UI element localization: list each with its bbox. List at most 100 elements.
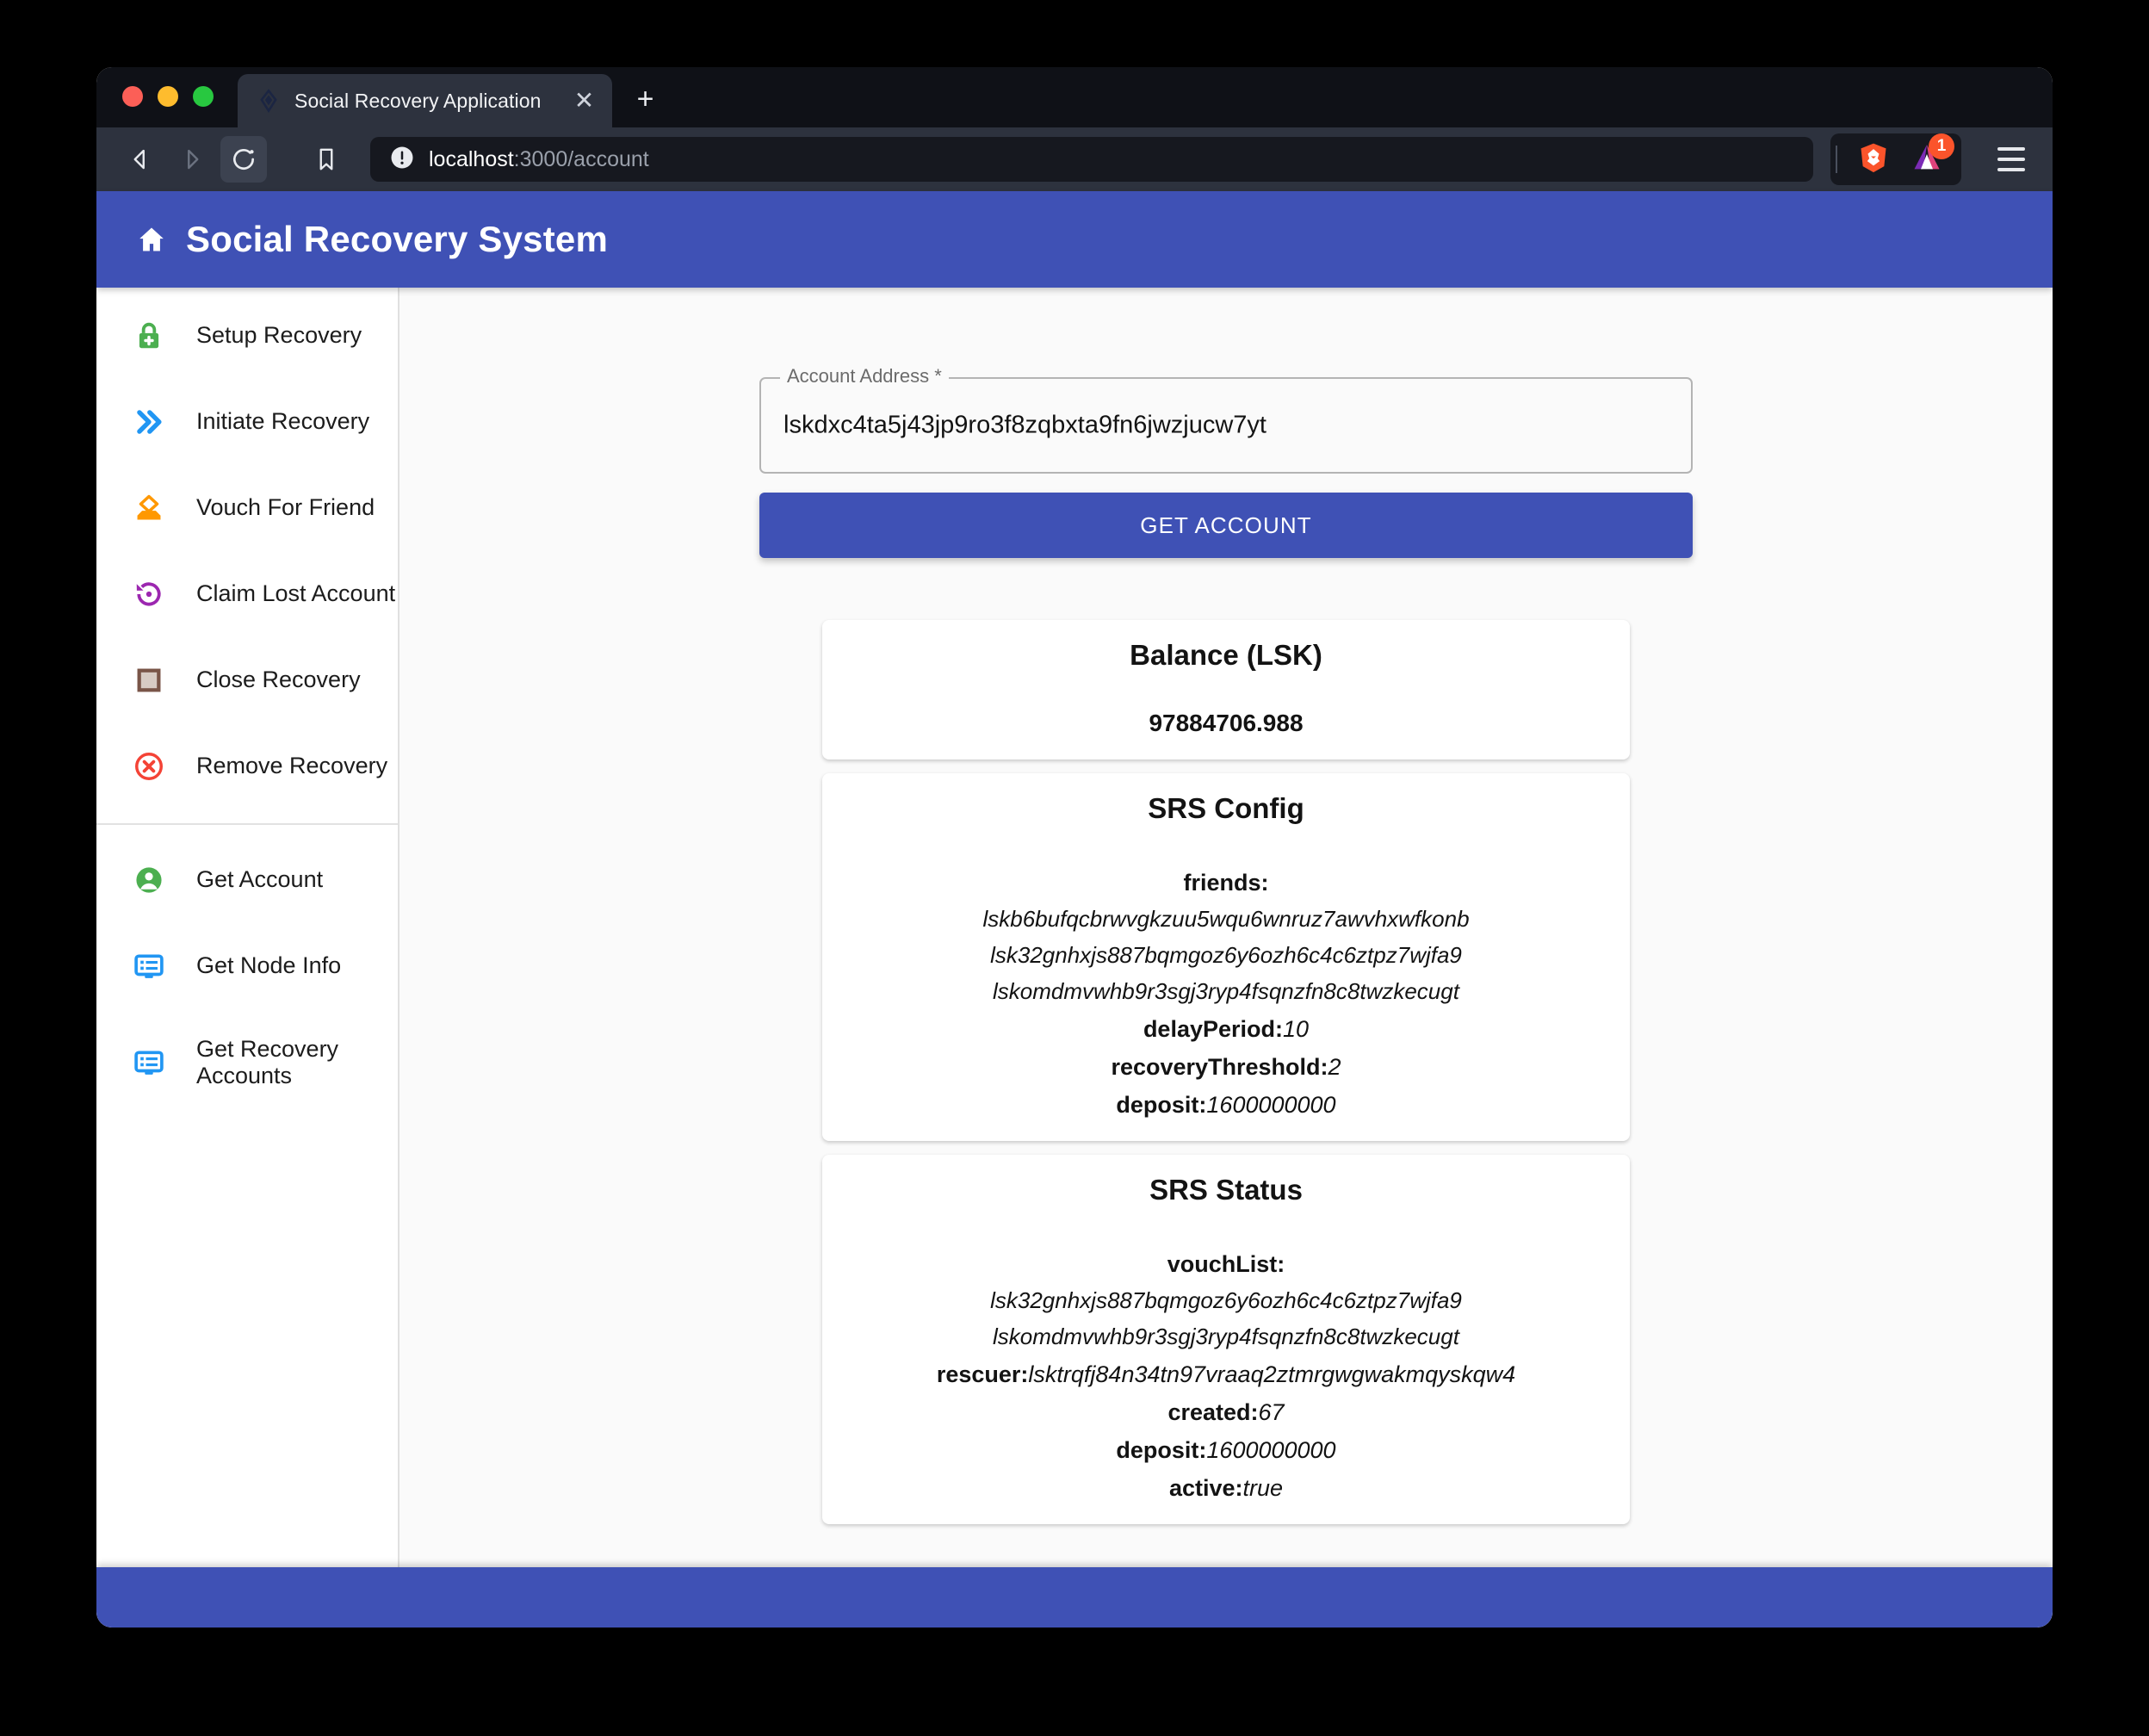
srs-status-card: SRS Status vouchList: lsk32gnhxjs887bqmg… (822, 1155, 1630, 1524)
sidebar-item-label: Initiate Recovery (196, 408, 369, 435)
sidebar-item-get-account[interactable]: Get Account (96, 837, 398, 923)
config-field: delayPeriod:10 (845, 1016, 1607, 1043)
sidebar-item-label: Get Recovery Accounts (196, 1036, 368, 1089)
status-field-key: deposit: (1116, 1437, 1206, 1463)
lisk-logo-icon (257, 89, 281, 113)
sidebar-divider (96, 823, 398, 825)
inbox-upload-icon (131, 490, 167, 526)
maximize-window-button[interactable] (193, 86, 214, 107)
config-field-key: recoveryThreshold: (1111, 1054, 1328, 1080)
browser-tab-title: Social Recovery Application (294, 90, 542, 113)
page-title: Social Recovery System (186, 219, 608, 260)
double-chevron-right-icon (131, 404, 167, 440)
account-lookup-form: Account Address * lskdxc4ta5j43jp9ro3f8z… (759, 377, 1693, 558)
browser-tab-strip: Social Recovery Application ✕ + (96, 67, 2053, 127)
config-field-key: delayPeriod: (1143, 1016, 1283, 1042)
stop-square-icon (131, 662, 167, 698)
result-cards: Balance (LSK) 97884706.988 SRS Config fr… (822, 620, 1630, 1524)
account-address-label: Account Address * (780, 365, 949, 388)
restore-clock-icon (131, 576, 167, 612)
vouch-address: lsk32gnhxjs887bqmgoz6y6ozh6c4c6ztpz7wjfa… (845, 1287, 1607, 1314)
back-icon[interactable] (117, 136, 164, 183)
hamburger-menu-icon[interactable] (1992, 147, 2030, 171)
lock-plus-icon (131, 318, 167, 354)
sidebar-item-label: Close Recovery (196, 666, 361, 693)
web-page-content: Social Recovery System Setup Recovery (96, 191, 2053, 1628)
balance-value: 97884706.988 (845, 710, 1607, 737)
bookmark-icon[interactable] (303, 136, 350, 183)
config-field-value: 2 (1328, 1054, 1341, 1080)
vouch-address: lskomdmvwhb9r3sgj3ryp4fsqnzfn8c8twzkecug… (845, 1324, 1607, 1350)
config-field-key: deposit: (1116, 1092, 1206, 1118)
browser-tab[interactable]: Social Recovery Application ✕ (238, 74, 612, 127)
sidebar-item-label: Vouch For Friend (196, 494, 375, 521)
account-address-value: lskdxc4ta5j43jp9ro3f8zqbxta9fn6jwzjucw7y… (783, 412, 1266, 440)
app-footer-bar (96, 1567, 2053, 1628)
sidebar-item-remove-recovery[interactable]: Remove Recovery (96, 723, 398, 809)
status-field: active:true (845, 1475, 1607, 1502)
account-address-field[interactable]: Account Address * lskdxc4ta5j43jp9ro3f8z… (759, 377, 1693, 474)
srs-config-card-title: SRS Config (845, 792, 1607, 825)
app-body: Setup Recovery Initiate Recovery (96, 288, 2053, 1567)
reload-icon[interactable] (220, 136, 267, 183)
status-field-value: 67 (1259, 1399, 1285, 1425)
status-field: deposit:1600000000 (845, 1437, 1607, 1464)
sidebar-item-get-node-info[interactable]: Get Node Info (96, 923, 398, 1009)
toolbar-divider (1836, 146, 1837, 173)
info-circle-icon[interactable] (389, 145, 415, 175)
list-monitor-icon (131, 948, 167, 984)
get-account-button[interactable]: GET ACCOUNT (759, 493, 1693, 558)
config-field-value: 10 (1283, 1016, 1309, 1042)
sidebar-item-label: Remove Recovery (196, 753, 387, 779)
browser-window: Social Recovery Application ✕ + (96, 67, 2053, 1628)
new-tab-button[interactable]: + (631, 84, 660, 114)
sidebar-item-get-recovery-accounts[interactable]: Get Recovery Accounts (96, 1009, 398, 1116)
cancel-circle-icon (131, 748, 167, 784)
minimize-window-button[interactable] (158, 86, 178, 107)
balance-card-title: Balance (LSK) (845, 639, 1607, 672)
friends-label: friends: (845, 870, 1607, 896)
brave-rewards-triangle-icon[interactable]: 1 (1910, 140, 1944, 179)
list-monitor-icon (131, 1045, 167, 1081)
home-icon[interactable] (136, 224, 167, 255)
srs-config-card: SRS Config friends: lskb6bufqcbrwvgkzuu5… (822, 773, 1630, 1141)
sidebar-navigation: Setup Recovery Initiate Recovery (96, 288, 399, 1567)
rewards-badge: 1 (1929, 133, 1954, 159)
browser-nav-bar: localhost:3000/account 1 (96, 127, 2053, 191)
status-field: rescuer:lsktrqfj84n34tn97vraaq2ztmrgwgwa… (845, 1361, 1607, 1388)
status-field-key: created: (1167, 1399, 1258, 1425)
friend-address: lskomdmvwhb9r3sgj3ryp4fsqnzfn8c8twzkecug… (845, 978, 1607, 1005)
status-field-value: lsktrqfj84n34tn97vraaq2ztmrgwgwakmqyskqw… (1028, 1361, 1515, 1387)
friend-address: lskb6bufqcbrwvgkzuu5wqu6wnruz7awvhxwfkon… (845, 906, 1607, 933)
main-content: Account Address * lskdxc4ta5j43jp9ro3f8z… (399, 288, 2053, 1567)
vouch-list-label: vouchList: (845, 1251, 1607, 1278)
sidebar-item-close-recovery[interactable]: Close Recovery (96, 637, 398, 723)
close-window-button[interactable] (122, 86, 143, 107)
brave-lion-icon[interactable] (1856, 140, 1891, 179)
sidebar-item-label: Claim Lost Account (196, 580, 395, 607)
config-field: deposit:1600000000 (845, 1092, 1607, 1119)
forward-icon[interactable] (169, 136, 215, 183)
sidebar-item-label: Setup Recovery (196, 322, 362, 349)
config-field-value: 1600000000 (1206, 1092, 1335, 1118)
sidebar-item-setup-recovery[interactable]: Setup Recovery (96, 293, 398, 379)
balance-card: Balance (LSK) 97884706.988 (822, 620, 1630, 760)
address-bar[interactable]: localhost:3000/account (370, 137, 1813, 182)
sidebar-item-initiate-recovery[interactable]: Initiate Recovery (96, 379, 398, 465)
url-host: localhost (429, 147, 514, 171)
status-field: created:67 (845, 1399, 1607, 1426)
friend-address: lsk32gnhxjs887bqmgoz6y6ozh6c4c6ztpz7wjfa… (845, 942, 1607, 969)
account-circle-icon (131, 862, 167, 898)
sidebar-item-label: Get Account (196, 866, 323, 893)
srs-status-card-title: SRS Status (845, 1174, 1607, 1206)
sidebar-item-claim-lost-account[interactable]: Claim Lost Account (96, 551, 398, 637)
app-header-bar: Social Recovery System (96, 191, 2053, 288)
sidebar-item-label: Get Node Info (196, 952, 341, 979)
url-path: :3000/account (514, 147, 649, 171)
browser-extensions-cluster: 1 (1830, 133, 1961, 185)
close-tab-button[interactable]: ✕ (573, 89, 597, 113)
status-field-value: true (1243, 1475, 1284, 1501)
sidebar-item-vouch-for-friend[interactable]: Vouch For Friend (96, 465, 398, 551)
window-traffic-lights (122, 67, 214, 127)
config-field: recoveryThreshold:2 (845, 1054, 1607, 1081)
